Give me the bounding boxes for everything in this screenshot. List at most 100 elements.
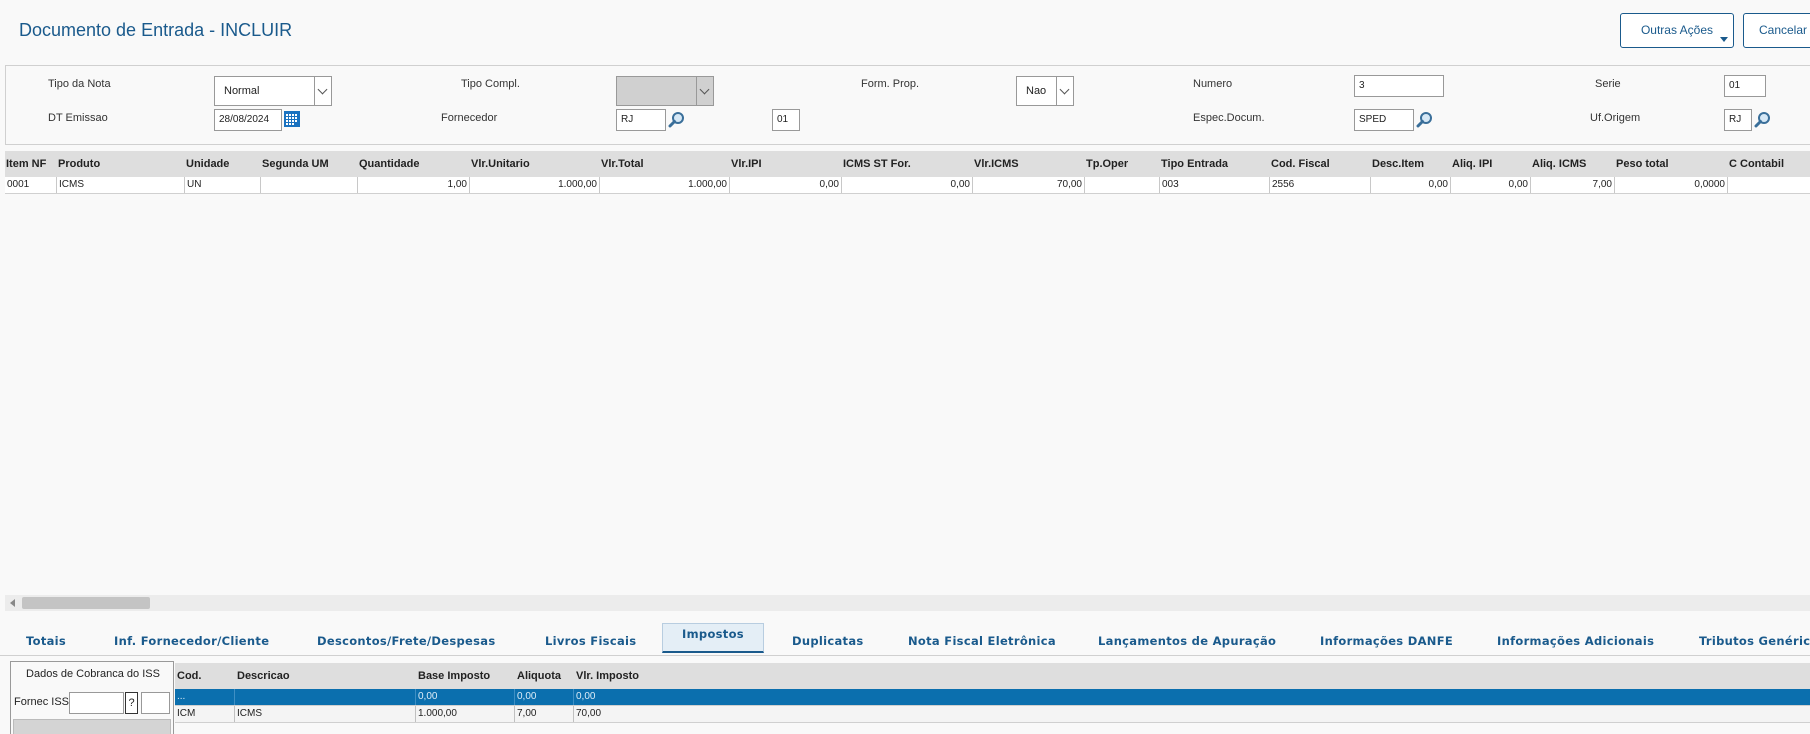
tipo-nota-label: Tipo da Nota [48,78,111,90]
table-cell[interactable]: ICMS [235,706,416,722]
column-header[interactable]: Base Imposto [416,663,490,689]
table-cell[interactable]: 0,00 [1451,177,1531,193]
cancel-button[interactable]: Cancelar [1743,13,1810,48]
numero-label: Numero [1193,78,1233,90]
column-header[interactable]: Aliquota [515,663,561,689]
column-header[interactable]: Vlr.Unitario [470,151,530,177]
help-button[interactable]: ? [125,692,138,714]
column-header[interactable]: Desc.Item [1371,151,1424,177]
calendar-icon[interactable] [284,111,300,127]
table-cell[interactable]: 2556 [1270,177,1371,193]
horizontal-scrollbar[interactable] [5,595,1810,611]
table-cell[interactable] [261,177,358,193]
column-header[interactable]: Vlr.ICMS [973,151,1019,177]
column-header[interactable]: Aliq. IPI [1451,151,1492,177]
table-cell[interactable]: 7,00 [1531,177,1615,193]
page-title: Documento de Entrada - INCLUIR [19,20,293,40]
tab-lancamentos-apuracao[interactable]: Lançamentos de Apuração [1098,626,1276,656]
search-icon[interactable] [1754,111,1772,129]
fornec-iss-label: Fornec ISS [14,696,70,708]
column-header[interactable]: Unidade [185,151,229,177]
column-header[interactable]: Cod. Fiscal [1270,151,1330,177]
column-header[interactable]: Item NF [5,151,46,177]
serie-label: Serie [1595,78,1621,90]
fornecedor-loja-input[interactable]: 01 [772,109,800,131]
scrollbar-thumb[interactable] [22,597,150,609]
table-cell[interactable]: 1.000,00 [416,706,515,722]
table-cell[interactable]: 7,00 [515,706,574,722]
scroll-left-icon[interactable] [10,599,15,607]
search-icon[interactable] [1416,111,1434,129]
table-row[interactable]: 0001 ICMS UN 1,00 1.000,00 1.000,00 0,00… [5,177,1810,194]
dt-emissao-input[interactable]: 28/08/2024 [214,109,282,131]
fornec-iss-input[interactable] [69,692,124,714]
column-header[interactable]: ICMS ST For. [842,151,911,177]
column-header[interactable]: C Contabil [1728,151,1784,177]
tab-nota-fiscal-eletronica[interactable]: Nota Fiscal Eletrônica [908,626,1056,656]
column-header[interactable]: Cod. [175,663,201,689]
form-prop-select[interactable]: Nao [1016,76,1074,106]
column-header[interactable]: Aliq. ICMS [1531,151,1586,177]
column-header[interactable]: Tp.Oper [1085,151,1128,177]
taxes-table: Cod. Descricao Base Imposto Aliquota Vlr… [175,663,1810,734]
iss-action-bar[interactable] [13,719,171,734]
outras-acoes-button[interactable]: Outras Ações [1620,13,1734,48]
column-header[interactable]: Descricao [235,663,290,689]
table-cell[interactable]: UN [185,177,261,193]
table-cell[interactable]: 70,00 [574,706,724,722]
fornec-iss-loja-input[interactable] [141,692,170,714]
fornecedor-input[interactable]: RJ [616,109,666,131]
table-cell[interactable]: 0,00 [416,689,515,705]
document-header-form: Tipo da Nota Normal Tipo Compl. Form. Pr… [5,65,1810,145]
tab-impostos[interactable]: Impostos [662,623,764,653]
table-cell[interactable]: ... [175,689,235,705]
table-cell[interactable]: 1.000,00 [470,177,600,193]
column-header[interactable]: Quantidade [358,151,420,177]
tipo-compl-label: Tipo Compl. [461,78,520,90]
chevron-down-icon [696,77,713,105]
table-cell[interactable]: 003 [1160,177,1270,193]
column-header[interactable]: Tipo Entrada [1160,151,1228,177]
column-header[interactable]: Produto [57,151,100,177]
table-cell[interactable]: 0001 [5,177,57,193]
column-header[interactable]: Peso total [1615,151,1669,177]
uf-origem-input[interactable]: RJ [1724,109,1752,131]
items-grid-header: Item NF Produto Unidade Segunda UM Quant… [5,151,1810,177]
table-row[interactable]: ICM ICMS 1.000,00 7,00 70,00 [175,706,1810,723]
table-cell[interactable]: 70,00 [973,177,1085,193]
table-cell[interactable]: ICMS [57,177,185,193]
table-cell[interactable]: ICM [175,706,235,722]
espec-docum-input[interactable]: SPED [1354,109,1414,131]
table-cell[interactable]: 0,00 [574,689,724,705]
tab-livros-fiscais[interactable]: Livros Fiscais [545,626,636,656]
column-header[interactable]: Vlr.IPI [730,151,762,177]
table-cell[interactable]: 1,00 [358,177,470,193]
table-cell[interactable] [1085,177,1160,193]
dt-emissao-label: DT Emissao [48,112,108,124]
table-row[interactable]: ... 0,00 0,00 0,00 [175,689,1810,706]
column-header[interactable]: Vlr. Imposto [574,663,639,689]
tab-bar: Totais Inf. Fornecedor/Cliente Descontos… [0,620,1810,656]
column-header[interactable]: Vlr.Total [600,151,644,177]
table-cell[interactable] [1728,177,1810,193]
tipo-nota-select[interactable]: Normal [214,76,332,106]
search-icon[interactable] [668,111,686,129]
table-cell[interactable]: 0,00 [730,177,842,193]
table-cell[interactable]: 0,0000 [1615,177,1728,193]
tab-informacoes-adicionais[interactable]: Informações Adicionais [1497,626,1654,656]
tab-inf-fornecedor-cliente[interactable]: Inf. Fornecedor/Cliente [114,626,269,656]
tab-duplicatas[interactable]: Duplicatas [792,626,864,656]
chevron-down-icon [1056,77,1073,105]
tab-tributos-genericos[interactable]: Tributos Genéricos [1699,626,1810,656]
column-header[interactable]: Segunda UM [261,151,329,177]
table-cell[interactable]: 0,00 [842,177,973,193]
serie-input[interactable]: 01 [1724,75,1766,97]
numero-input[interactable]: 3 [1354,75,1444,97]
table-cell[interactable] [235,689,416,705]
table-cell[interactable]: 0,00 [515,689,574,705]
table-cell[interactable]: 0,00 [1371,177,1451,193]
tab-totais[interactable]: Totais [26,626,66,656]
tab-descontos-frete-despesas[interactable]: Descontos/Frete/Despesas [317,626,496,656]
table-cell[interactable]: 1.000,00 [600,177,730,193]
tab-informacoes-danfe[interactable]: Informações DANFE [1320,626,1453,656]
